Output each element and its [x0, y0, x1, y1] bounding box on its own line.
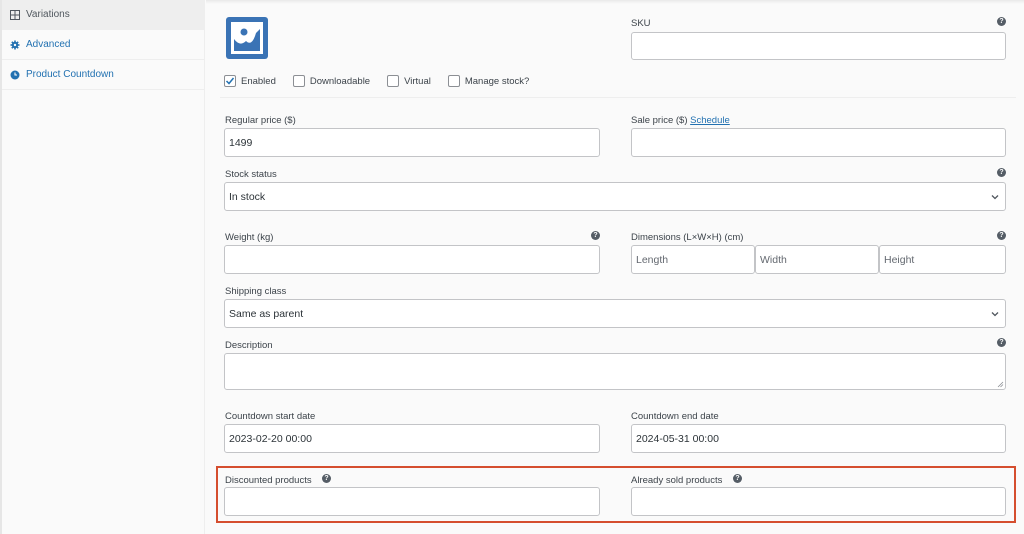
height-input[interactable]: Height [879, 245, 1006, 274]
checkbox-box[interactable] [224, 75, 236, 87]
sku-input[interactable] [631, 32, 1006, 60]
downloadable-label: Downloadable [309, 75, 371, 87]
shipping-class-label: Shipping class [225, 286, 287, 297]
gear-icon [10, 40, 20, 50]
checkbox-box[interactable] [292, 75, 305, 87]
sku-label: SKU [631, 18, 651, 29]
checkbox-box[interactable] [447, 75, 460, 87]
help-icon[interactable]: ? [997, 231, 1006, 240]
countdown-start-label: Countdown start date [225, 411, 316, 422]
help-icon[interactable]: ? [997, 168, 1006, 177]
countdown-start-input[interactable]: 2023-02-20 00:00 [224, 424, 600, 453]
dimensions-label: Dimensions (L×W×H) (cm) [631, 232, 744, 243]
virtual-checkbox[interactable]: Virtual [387, 75, 431, 87]
product-data-tabs: Variations Advanced Product Countdown [0, 0, 205, 534]
countdown-end-input[interactable]: 2024-05-31 00:00 [631, 424, 1006, 453]
shipping-class-value: Same as parent [229, 307, 304, 320]
sale-price-label: Sale price ($) Schedule [631, 115, 730, 126]
help-icon[interactable]: ? [997, 338, 1006, 347]
sale-price-label-text: Sale price ($) [631, 115, 688, 126]
stock-status-select[interactable]: In stock [224, 182, 1006, 211]
enabled-label: Enabled [241, 75, 276, 87]
chevron-down-icon [991, 194, 999, 199]
downloadable-checkbox[interactable]: Downloadable [292, 75, 371, 87]
already-sold-label: Already sold products [631, 475, 723, 486]
virtual-label: Virtual [404, 75, 431, 87]
sidebar-item-product-countdown[interactable]: Product Countdown [2, 60, 204, 90]
regular-price-input[interactable]: 1499 [224, 128, 600, 157]
sidebar-item-advanced[interactable]: Advanced [2, 30, 204, 60]
weight-label: Weight (kg) [225, 232, 274, 243]
help-icon[interactable]: ? [591, 231, 600, 240]
top-shadow [206, 0, 1024, 4]
variation-form: SKU ? Enabled Downloadable Virtual Manag… [206, 0, 1024, 534]
checkbox-box[interactable] [387, 75, 400, 87]
image-placeholder-icon[interactable] [226, 17, 268, 59]
sidebar-item-variations[interactable]: Variations [2, 0, 204, 30]
enabled-checkbox[interactable]: Enabled [224, 75, 276, 87]
stock-status-value: In stock [229, 190, 266, 203]
sidebar-item-label: Variations [26, 9, 70, 20]
divider [220, 97, 1016, 98]
variation-options: Enabled Downloadable Virtual Manage stoc… [224, 75, 546, 87]
width-input[interactable]: Width [755, 245, 879, 274]
resize-handle-icon[interactable] [997, 381, 1004, 388]
already-sold-input[interactable] [631, 487, 1006, 516]
discounted-products-label: Discounted products [225, 475, 312, 486]
stock-status-label: Stock status [225, 169, 277, 180]
help-icon[interactable]: ? [322, 474, 331, 483]
help-icon[interactable]: ? [733, 474, 742, 483]
help-icon[interactable]: ? [997, 17, 1006, 26]
grid-icon [10, 9, 20, 20]
shipping-class-select[interactable]: Same as parent [224, 299, 1006, 328]
description-label: Description [225, 340, 273, 351]
length-input[interactable]: Length [631, 245, 755, 274]
chevron-down-icon [991, 311, 999, 316]
regular-price-label: Regular price ($) [225, 115, 296, 126]
manage-stock-checkbox[interactable]: Manage stock? [447, 75, 530, 87]
discounted-products-input[interactable] [224, 487, 600, 516]
schedule-link[interactable]: Schedule [690, 115, 730, 126]
countdown-end-label: Countdown end date [631, 411, 719, 422]
clock-icon [10, 70, 20, 80]
description-textarea[interactable] [224, 353, 1006, 390]
manage-stock-label: Manage stock? [464, 75, 530, 87]
sidebar-item-label: Advanced [26, 39, 71, 50]
sale-price-input[interactable] [631, 128, 1006, 157]
sidebar-item-label: Product Countdown [26, 69, 114, 80]
weight-input[interactable] [224, 245, 600, 274]
